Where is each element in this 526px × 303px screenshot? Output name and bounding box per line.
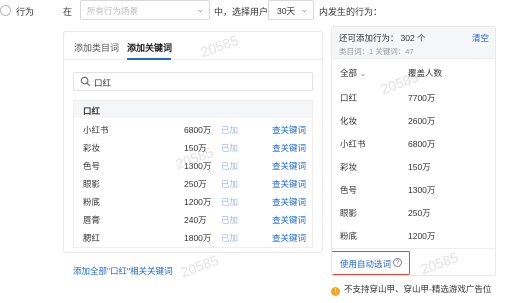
keyword-name: 小红书	[83, 125, 109, 135]
behavior-radio[interactable]	[0, 5, 11, 16]
select-user-label: 中，选择用户	[214, 7, 269, 17]
selected-keyword: 眼影	[340, 208, 358, 218]
table-row: 彩妆 150万	[332, 156, 495, 176]
table-row: 粉底 1200万	[332, 225, 495, 245]
coverage-value: 1300万	[408, 185, 436, 195]
check-keywords-link[interactable]: 查关键词	[272, 160, 306, 172]
auto-pick-label: 使用自动选词	[340, 259, 392, 269]
chevron-down-icon: ⌄	[196, 4, 204, 14]
keyword-name: 眼影	[83, 179, 101, 189]
chevron-down-icon: ⌄	[300, 4, 308, 14]
selected-keyword: 色号	[340, 185, 358, 195]
tab-keywords[interactable]: 添加关键词	[127, 41, 172, 54]
keyword-name: 唇膏	[83, 215, 101, 225]
added-status: 已加	[221, 215, 239, 225]
remaining-count: 302 个	[400, 33, 426, 43]
list-item: 色号 1300万 已加 查关键词	[74, 156, 312, 174]
added-status: 已加	[221, 197, 239, 207]
keyword-group-header: 口红	[74, 101, 312, 118]
keyword-name: 色号	[83, 161, 101, 171]
chevron-down-icon: ⌄	[359, 68, 367, 78]
add-all-related-link[interactable]: 添加全部"口红"相关关键词	[73, 265, 173, 277]
filter-all-label: 全部	[340, 68, 358, 78]
keyword-count: 250万	[184, 179, 207, 189]
list-item: 眼影 250万 已加 查关键词	[74, 174, 312, 192]
check-keywords-link[interactable]: 查关键词	[272, 214, 306, 226]
filter-all-dropdown[interactable]: 全部 ⌄	[340, 67, 367, 79]
list-item: 彩妆 150万 已加 查关键词	[74, 138, 312, 156]
keyword-count: 6800万	[184, 125, 212, 135]
warning-icon: !	[331, 287, 340, 296]
check-keywords-link[interactable]: 查关键词	[272, 124, 306, 136]
list-item: 粉底 1200万 已加 查关键词	[74, 192, 312, 210]
check-keywords-link[interactable]: 查关键词	[272, 232, 306, 244]
coverage-value: 2600万	[408, 116, 436, 126]
check-keywords-link[interactable]: 查关键词	[272, 178, 306, 190]
behavior-label: 行为	[16, 7, 35, 17]
search-value: 口红	[94, 78, 112, 88]
in-label: 在	[63, 7, 73, 17]
selected-keyword: 彩妆	[340, 162, 358, 172]
added-status: 已加	[221, 143, 239, 153]
selected-column-header: 全部 ⌄ 覆盖人数	[332, 63, 495, 81]
keyword-picker-panel: 添加类目词 添加关键词 口红 口红 小红书 6800万 已加 查关键词 彩妆 1…	[63, 31, 323, 276]
tab-category-words[interactable]: 添加类目词	[74, 41, 119, 54]
tab-bar: 添加类目词 添加关键词	[64, 32, 322, 60]
table-row: 眼影 250万	[332, 202, 495, 222]
clear-button[interactable]: 清空	[472, 32, 489, 44]
table-row: 化妆 2600万	[332, 110, 495, 130]
divider	[332, 248, 495, 249]
coverage-value: 150万	[408, 162, 431, 172]
placement-warning: ! 不支持穿山甲、穿山甲-精选游戏广告位	[331, 283, 491, 296]
check-keywords-link[interactable]: 查关键词	[272, 196, 306, 208]
occurred-label: 内发生的行为：	[319, 7, 383, 17]
selected-keyword: 粉底	[340, 231, 358, 241]
coverage-value: 6800万	[408, 139, 436, 149]
check-keywords-link[interactable]: 查关键词	[272, 142, 306, 154]
added-status: 已加	[221, 161, 239, 171]
keyword-count: 1800万	[184, 233, 212, 243]
table-row: 色号 1300万	[332, 179, 495, 199]
selected-keyword: 小红书	[340, 139, 366, 149]
active-tab-indicator	[127, 58, 171, 60]
added-status: 已加	[221, 125, 239, 135]
list-item: 唇膏 240万 已加 查关键词	[74, 210, 312, 228]
days-select-value: 30天	[277, 6, 295, 16]
list-item: 小红书 6800万 已加 查关键词	[74, 120, 312, 138]
search-icon	[80, 76, 91, 87]
list-item: 腮红 1800万 已加 查关键词	[74, 228, 312, 246]
remaining-title: 还可添加行为： 302 个	[339, 32, 426, 44]
scene-select[interactable]: 所有行为场景 ⌄	[80, 0, 210, 20]
added-status: 已加	[221, 179, 239, 189]
table-row: 小红书 6800万	[332, 133, 495, 153]
table-row: 口红 7700万	[332, 87, 495, 107]
selected-behaviors-panel: 还可添加行为： 302 个 类目词：1 关键词：47 清空 全部 ⌄ 覆盖人数 口…	[331, 26, 496, 276]
keyword-search-input[interactable]: 口红	[73, 72, 313, 91]
keyword-count: 150万	[184, 143, 207, 153]
scene-select-placeholder: 所有行为场景	[87, 6, 139, 16]
warning-text: 不支持穿山甲、穿山甲-精选游戏广告位	[344, 284, 492, 294]
keyword-name: 彩妆	[83, 143, 101, 153]
coverage-value: 7700万	[408, 93, 436, 103]
selected-header: 还可添加行为： 302 个 类目词：1 关键词：47 清空	[332, 27, 495, 59]
selected-counts: 类目词：1 关键词：47	[339, 47, 414, 56]
selected-keyword: 化妆	[340, 116, 358, 126]
keyword-count: 240万	[184, 215, 207, 225]
days-select[interactable]: 30天 ⌄	[268, 0, 314, 20]
help-icon[interactable]: ?	[393, 258, 402, 267]
watermark: 20585	[178, 251, 221, 281]
keyword-name: 腮红	[83, 233, 101, 243]
auto-pick-words-button[interactable]: 使用自动选词 ?	[332, 251, 410, 275]
coverage-value: 1200万	[408, 231, 436, 241]
coverage-column-label: 覆盖人数	[408, 68, 443, 78]
coverage-value: 250万	[408, 208, 431, 218]
keyword-count: 1200万	[184, 197, 212, 207]
selected-keyword: 口红	[340, 93, 358, 103]
keyword-count: 1300万	[184, 161, 212, 171]
keyword-name: 粉底	[83, 197, 101, 207]
keyword-group-title: 口红	[83, 106, 101, 116]
remaining-label: 还可添加行为：	[339, 33, 399, 43]
keyword-result-list: 口红 小红书 6800万 已加 查关键词 彩妆 150万 已加 查关键词 色号 …	[73, 100, 313, 248]
added-status: 已加	[221, 233, 239, 243]
